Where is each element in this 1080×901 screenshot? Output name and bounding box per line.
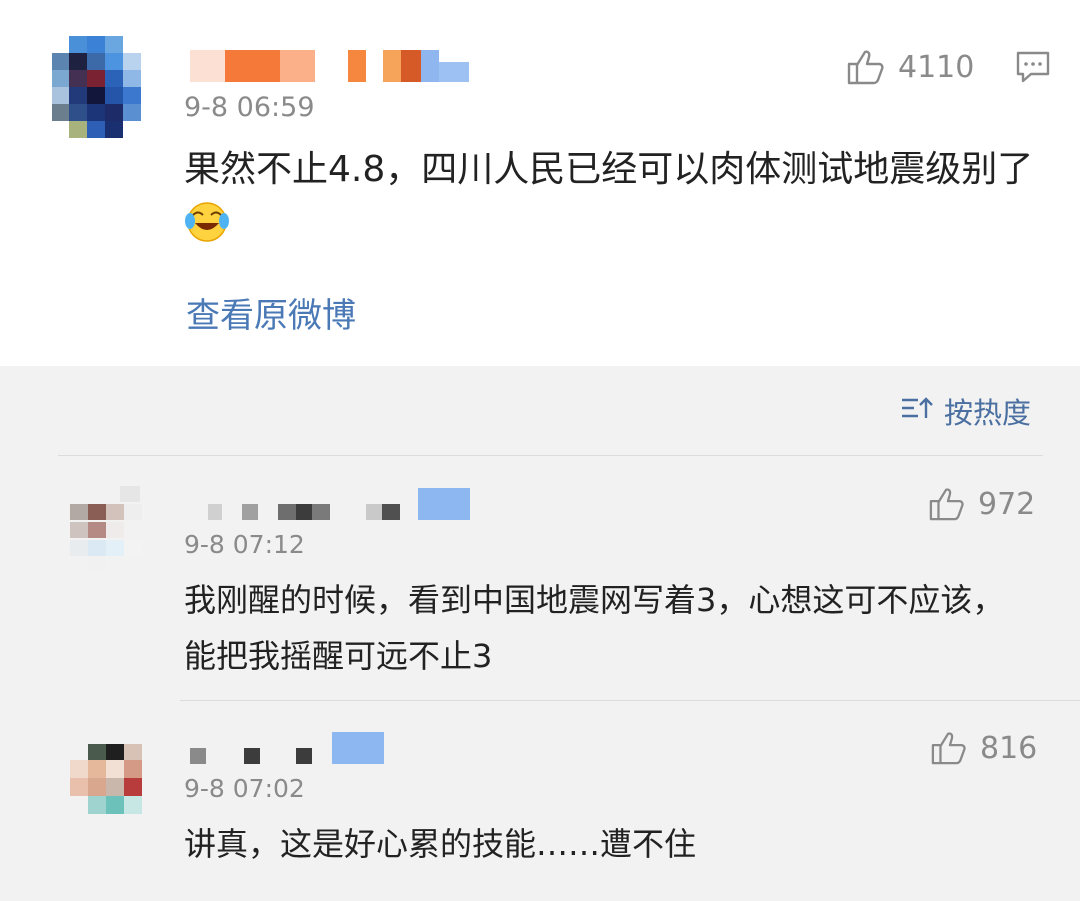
thumbs-up-icon — [846, 48, 886, 86]
post-text: 果然不止4.8，四川人民已经可以肉体测试地震级别了 — [184, 142, 1034, 260]
post-time: 9-8 06:59 — [184, 92, 315, 123]
thumbs-up-icon — [928, 486, 966, 522]
laughing-tears-icon — [184, 201, 230, 260]
username-redacted[interactable] — [190, 50, 470, 82]
avatar[interactable] — [52, 36, 156, 140]
avatar[interactable] — [70, 486, 160, 576]
sort-label: 按热度 — [944, 396, 1032, 430]
comment-icon[interactable] — [1015, 50, 1051, 88]
username-redacted[interactable] — [190, 732, 385, 764]
comment-like-button[interactable]: 816 — [930, 730, 1037, 766]
comment-like-button[interactable]: 972 — [928, 486, 1035, 522]
comment-text: 我刚醒的时候，看到中国地震网写着3，心想这可不应该，能把我摇醒可远不止3 — [184, 581, 1005, 675]
comment-time: 9-8 07:02 — [184, 774, 305, 803]
comment-like-count: 816 — [980, 730, 1038, 766]
view-original-link[interactable]: 查看原微博 — [186, 288, 356, 337]
sort-icon — [900, 394, 934, 429]
divider — [180, 700, 1080, 701]
comment-text: 讲真，这是好心累的技能……遭不住 — [184, 825, 697, 863]
thumbs-up-icon — [930, 730, 968, 766]
comment-time: 9-8 07:12 — [184, 530, 305, 559]
avatar[interactable] — [70, 744, 160, 820]
username-redacted[interactable] — [208, 488, 473, 520]
sort-toggle[interactable]: 按热度 — [900, 390, 1031, 432]
post-like-button[interactable]: 4110 — [846, 48, 974, 86]
post-card: 9-8 06:59 4110 果然不止4.8，四川人民已经可以肉体测试地震级别了… — [0, 0, 1080, 366]
divider — [58, 455, 1043, 456]
post-like-count: 4110 — [898, 49, 975, 85]
comment-like-count: 972 — [978, 486, 1036, 522]
post-text-content: 果然不止4.8，四川人民已经可以肉体测试地震级别了 — [184, 149, 1034, 190]
